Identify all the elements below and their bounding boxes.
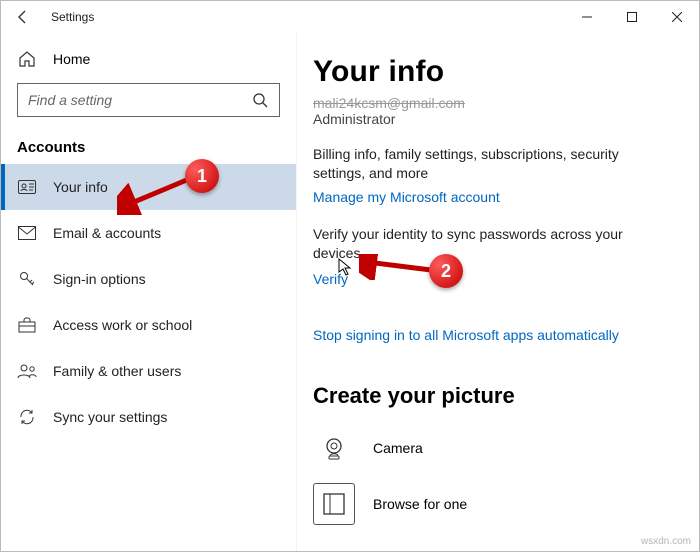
camera-option[interactable]: Camera [313,423,669,473]
content-pane: Your info mali24kcsm@gmail.com Administr… [296,33,699,551]
back-button[interactable] [9,3,37,31]
sync-icon [17,408,37,426]
sidebar-item-family-other-users[interactable]: Family & other users [1,348,296,394]
sidebar-item-label: Family & other users [53,363,181,379]
maximize-button[interactable] [609,2,654,32]
sidebar-item-label: Your info [53,179,108,195]
arrow-left-icon [15,9,31,25]
home-icon [17,50,37,68]
window-body: Home Accounts Your info [1,33,699,551]
sidebar-item-access-work-school[interactable]: Access work or school [1,302,296,348]
person-card-icon [17,180,37,194]
search-icon [249,92,271,108]
close-button[interactable] [654,2,699,32]
search-wrap [1,83,296,117]
key-icon [17,270,37,288]
stop-signin-link[interactable]: Stop signing in to all Microsoft apps au… [313,327,619,343]
sidebar-item-sync-settings[interactable]: Sync your settings [1,394,296,440]
titlebar: Settings [1,1,699,33]
sidebar-item-email-accounts[interactable]: Email & accounts [1,210,296,256]
annotation-badge-1: 1 [185,159,219,193]
mail-icon [17,226,37,240]
camera-label: Camera [373,440,423,456]
page-title: Your info [313,55,669,89]
home-nav[interactable]: Home [1,39,296,79]
window-title: Settings [51,10,94,24]
search-input[interactable] [26,91,249,109]
minimize-button[interactable] [564,2,609,32]
sidebar-item-label: Sync your settings [53,409,167,425]
manage-account-link[interactable]: Manage my Microsoft account [313,189,500,205]
sidebar-item-label: Email & accounts [53,225,161,241]
sidebar-section-header: Accounts [1,117,296,164]
sidebar-item-your-info[interactable]: Your info [1,164,296,210]
search-box[interactable] [17,83,280,117]
billing-para: Billing info, family settings, subscript… [313,145,669,183]
briefcase-icon [17,317,37,333]
window-controls [564,2,699,32]
home-label: Home [53,51,90,67]
settings-window: Settings Home [0,0,700,552]
account-role: Administrator [313,111,669,127]
sidebar-item-signin-options[interactable]: Sign-in options [1,256,296,302]
close-icon [672,12,682,22]
verify-para: Verify your identity to sync passwords a… [313,225,669,263]
browse-option[interactable]: Browse for one [313,479,669,529]
maximize-icon [627,12,637,22]
sidebar-item-label: Sign-in options [53,271,146,287]
browse-icon [313,483,355,525]
browse-label: Browse for one [373,496,467,512]
minimize-icon [582,12,592,22]
annotation-badge-2: 2 [429,254,463,288]
sidebar: Home Accounts Your info [1,33,296,551]
people-icon [17,363,37,379]
account-email: mali24kcsm@gmail.com [313,95,669,111]
sidebar-item-label: Access work or school [53,317,192,333]
create-picture-heading: Create your picture [313,383,669,409]
verify-link[interactable]: Verify [313,271,348,287]
camera-icon [313,427,355,469]
